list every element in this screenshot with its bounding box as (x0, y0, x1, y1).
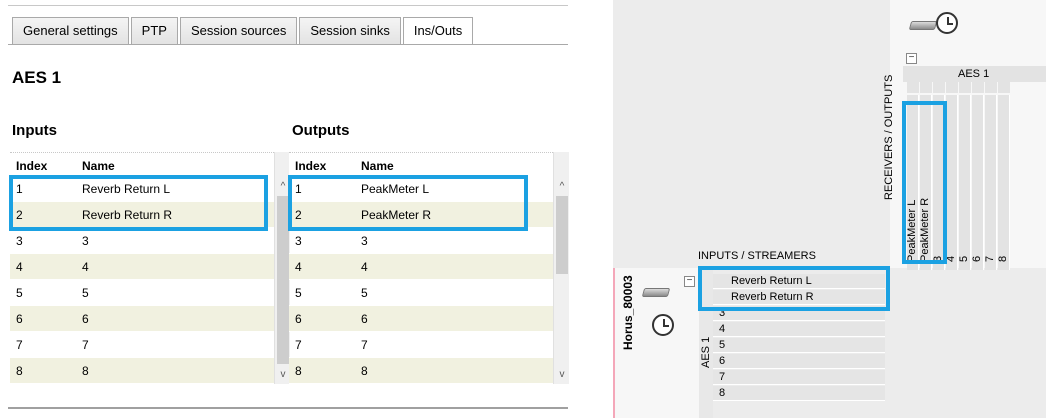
receiver-column-label: 8 (997, 255, 1009, 262)
device-name: Horus_80003 (621, 275, 635, 350)
divider (8, 5, 568, 6)
receiver-column[interactable] (959, 95, 971, 270)
scroll-down-arrow[interactable]: v (554, 368, 570, 382)
streamer-row[interactable]: 6 (713, 354, 885, 369)
row-index: 3 (295, 234, 302, 248)
outputs-table-header: Index Name (289, 152, 553, 176)
receiver-column[interactable] (946, 95, 958, 270)
column-header-index[interactable]: Index (289, 153, 361, 176)
row-index: 6 (16, 312, 23, 326)
section-title: AES 1 (12, 68, 62, 87)
column-cap (985, 82, 997, 93)
column-header-index[interactable]: Index (10, 153, 82, 176)
row-name[interactable]: 5 (361, 280, 553, 305)
routing-matrix: − AES 1 RECEIVERS / OUTPUTS PeakMeter LP… (613, 0, 1046, 418)
row-name[interactable]: 8 (82, 358, 274, 383)
row-index: 4 (295, 260, 302, 274)
row-name[interactable]: 6 (361, 306, 553, 331)
receiver-column-label: 7 (984, 255, 996, 262)
divider (8, 44, 568, 45)
table-row[interactable]: 33 (10, 228, 274, 254)
inputs-highlight-box (9, 175, 268, 231)
outputs-scrollbar[interactable]: ^ v (553, 152, 569, 384)
table-row[interactable]: 88 (10, 358, 274, 384)
table-row[interactable]: 55 (289, 280, 553, 306)
tab-session-sources[interactable]: Session sources (179, 17, 298, 45)
receiver-column[interactable] (972, 95, 984, 270)
column-cap (998, 82, 1010, 93)
receiver-column[interactable] (998, 95, 1010, 270)
row-name[interactable]: 4 (361, 254, 553, 279)
outputs-heading: Outputs (292, 122, 350, 139)
row-name[interactable]: 3 (361, 228, 553, 253)
table-row[interactable]: 55 (10, 280, 274, 306)
table-row[interactable]: 66 (289, 306, 553, 332)
collapse-toggle[interactable]: − (684, 276, 695, 287)
inputs-table-header: Index Name (10, 152, 274, 176)
row-name[interactable]: 5 (82, 280, 274, 305)
table-row[interactable]: 77 (10, 332, 274, 358)
receiver-column-label: 5 (958, 255, 970, 262)
table-row[interactable]: 44 (10, 254, 274, 280)
streamer-row[interactable]: 4 (713, 322, 885, 337)
tab-ins-outs[interactable]: Ins/Outs (402, 17, 474, 45)
tab-session-sinks[interactable]: Session sinks (299, 17, 401, 45)
row-index: 8 (295, 364, 302, 378)
row-name[interactable]: 8 (361, 358, 553, 383)
column-cap (907, 82, 919, 93)
table-row[interactable]: 66 (10, 306, 274, 332)
clock-icon (936, 12, 958, 34)
column-cap (920, 82, 932, 93)
scroll-thumb[interactable] (556, 196, 568, 274)
receivers-outputs-label: RECEIVERS / OUTPUTS (883, 74, 895, 200)
column-header-name[interactable]: Name (361, 153, 553, 176)
row-index: 7 (16, 338, 23, 352)
row-index: 4 (16, 260, 23, 274)
column-cap (946, 82, 958, 93)
outputs-columns-highlight (902, 101, 947, 264)
row-index: 5 (16, 286, 23, 300)
streamer-row[interactable]: 8 (713, 386, 885, 401)
settings-panel: General settings PTP Session sources Ses… (0, 0, 578, 418)
table-row[interactable]: 44 (289, 254, 553, 280)
receiver-column-label: 6 (971, 255, 983, 262)
tab-ptp[interactable]: PTP (130, 17, 178, 45)
inputs-heading: Inputs (12, 122, 57, 139)
inputs-streamers-label: INPUTS / STREAMERS (698, 250, 816, 262)
row-index: 8 (16, 364, 23, 378)
tab-bar: General settings PTP Session sources Ses… (12, 17, 475, 45)
streamer-row[interactable]: 7 (713, 370, 885, 385)
device-icon (908, 21, 938, 30)
column-cap (972, 82, 984, 93)
row-name[interactable]: 3 (82, 228, 274, 253)
device-icon (641, 288, 671, 297)
row-name[interactable]: 6 (82, 306, 274, 331)
receiver-group-label: AES 1 (958, 68, 990, 80)
collapse-toggle[interactable]: − (906, 53, 917, 64)
table-row[interactable]: 33 (289, 228, 553, 254)
divider (8, 407, 568, 409)
table-row[interactable]: 77 (289, 332, 553, 358)
row-index: 7 (295, 338, 302, 352)
row-index: 3 (16, 234, 23, 248)
receiver-column[interactable] (985, 95, 997, 270)
column-cap (959, 82, 971, 93)
row-name[interactable]: 4 (82, 254, 274, 279)
column-cap (933, 82, 945, 93)
row-name[interactable]: 7 (82, 332, 274, 357)
column-header-name[interactable]: Name (82, 153, 274, 176)
tab-general-settings[interactable]: General settings (12, 17, 129, 45)
row-name[interactable]: 7 (361, 332, 553, 357)
inputs-rows-highlight (698, 266, 890, 311)
streamer-row[interactable]: 5 (713, 338, 885, 353)
outputs-highlight-box (288, 175, 528, 231)
scroll-up-arrow[interactable]: ^ (554, 180, 570, 194)
row-index: 6 (295, 312, 302, 326)
table-row[interactable]: 88 (289, 358, 553, 384)
clock-icon (652, 314, 674, 336)
streamer-group-label: AES 1 (700, 336, 712, 368)
row-index: 5 (295, 286, 302, 300)
